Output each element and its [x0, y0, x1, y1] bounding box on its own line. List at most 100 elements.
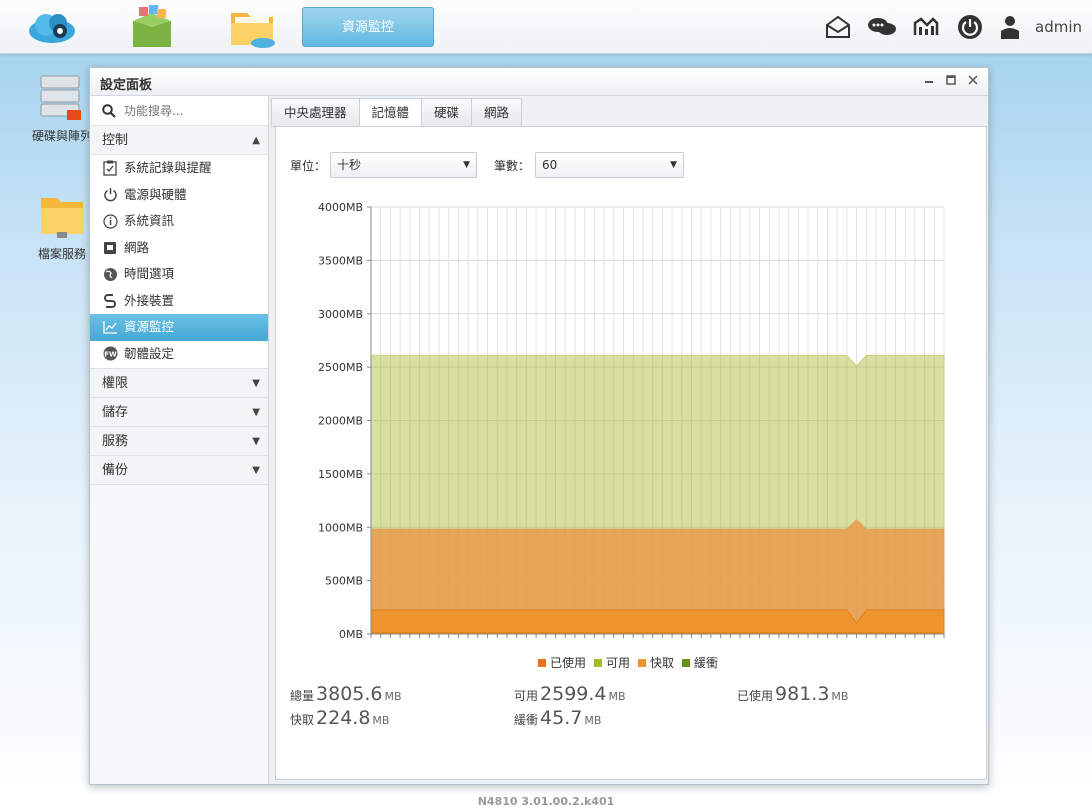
legend-swatch — [594, 658, 603, 667]
tab-network[interactable]: 網路 — [471, 98, 523, 127]
y-tick-label: 0MB — [339, 628, 363, 641]
stat-label: 已使用 — [737, 689, 774, 703]
y-tick-label: 3000MB — [318, 308, 363, 321]
stat-unit: MB — [384, 690, 402, 703]
y-tick-label: 500MB — [325, 575, 363, 588]
memory-stats: 總量 3805.6 MB 可用 2599.4 MB 已使用 981.3 MB 快取 224.8… — [290, 683, 980, 743]
stat-unit: MB — [584, 714, 602, 727]
sidebar-section-storage[interactable]: 儲存 ▼ — [90, 398, 268, 427]
sidebar-item-time[interactable]: 時間選項 — [90, 261, 268, 288]
sidebar: 控制 ▲ 系統記錄與提醒 電源與硬體 系統資訊 — [90, 96, 269, 784]
control-submenu: 系統記錄與提醒 電源與硬體 系統資訊 網路 時間選項 外接裝置 資源監控 FW … — [90, 155, 268, 369]
globe-icon — [102, 266, 118, 282]
legend-item-used: 已使用 — [538, 654, 586, 671]
stat-value: 45.7 — [540, 707, 583, 729]
chevron-down-icon: ▼ — [252, 378, 260, 389]
count-label: 筆數： — [494, 159, 531, 173]
sidebar-item-system-log[interactable]: 系統記錄與提醒 — [90, 155, 268, 182]
minimize-icon[interactable] — [922, 73, 936, 87]
legend-item-available: 可用 — [594, 654, 630, 671]
sidebar-item-firmware[interactable]: FW 韌體設定 — [90, 341, 268, 368]
package-app-icon[interactable] — [124, 4, 180, 50]
monitor-chart-icon[interactable] — [911, 12, 941, 42]
stat-label: 快取 — [290, 713, 315, 727]
legend-swatch — [638, 658, 647, 667]
power-icon[interactable] — [955, 12, 985, 42]
sidebar-section-backup[interactable]: 備份 ▼ — [90, 456, 268, 485]
sidebar-item-label: 系統資訊 — [124, 213, 175, 228]
sidebar-item-external-devices[interactable]: 外接裝置 — [90, 288, 268, 315]
stat-label: 總量 — [290, 689, 315, 703]
stat-value: 3805.6 — [316, 683, 383, 705]
search-box — [90, 96, 268, 126]
stat-used: 已使用 981.3 MB — [737, 683, 848, 705]
sidebar-section-permissions[interactable]: 權限 ▼ — [90, 369, 268, 398]
sidebar-section-services[interactable]: 服務 ▼ — [90, 427, 268, 456]
section-label: 權限 — [102, 376, 129, 391]
window-title: 設定面板 — [100, 78, 153, 93]
tab-memory[interactable]: 記憶體 — [358, 98, 422, 127]
network-icon — [102, 240, 118, 256]
sidebar-item-power-hardware[interactable]: 電源與硬體 — [90, 182, 268, 209]
sidebar-item-label: 資源監控 — [124, 319, 175, 334]
sidebar-item-system-info[interactable]: 系統資訊 — [90, 208, 268, 235]
chevron-down-icon: ▼ — [252, 407, 260, 418]
legend-label: 可用 — [606, 656, 631, 670]
stat-unit: MB — [608, 690, 626, 703]
folder-icon — [41, 198, 83, 238]
content-area: 中央處理器 記憶體 硬碟 網路 單位： 十秒 ▼ 筆數： 60 ▼ 4000MB… — [271, 98, 988, 784]
sidebar-item-network[interactable]: 網路 — [90, 235, 268, 262]
section-label: 儲存 — [102, 405, 129, 420]
y-tick-label: 2000MB — [318, 415, 363, 428]
legend-swatch — [682, 658, 691, 667]
chevron-down-icon: ▼ — [463, 160, 470, 170]
sidebar-item-label: 韌體設定 — [124, 345, 175, 361]
section-label: 備份 — [102, 463, 129, 478]
resource-monitor-taskbar-button[interactable]: 資源監控 — [302, 7, 434, 47]
chat-icon[interactable] — [867, 12, 897, 42]
admin-username[interactable]: admin — [1035, 18, 1082, 36]
stat-value: 2599.4 — [540, 683, 607, 705]
stat-unit: MB — [831, 690, 849, 703]
svg-text:FW: FW — [104, 351, 117, 359]
stat-label: 可用 — [514, 689, 539, 703]
unit-label: 單位： — [290, 159, 327, 173]
y-tick-label: 3500MB — [318, 254, 363, 267]
unit-select[interactable]: 十秒 ▼ — [330, 152, 477, 178]
mail-icon[interactable] — [823, 12, 853, 42]
search-input[interactable] — [124, 102, 260, 120]
tab-disk[interactable]: 硬碟 — [421, 98, 472, 127]
section-label: 控制 — [102, 133, 129, 148]
legend-label: 已使用 — [550, 656, 587, 670]
chart-legend: 已使用 可用 快取 緩衝 — [538, 654, 718, 671]
y-tick-label: 1000MB — [318, 521, 363, 534]
close-icon[interactable] — [966, 73, 980, 87]
search-icon — [102, 104, 116, 121]
chevron-down-icon: ▼ — [252, 436, 260, 447]
memory-chart: 4000MB 3500MB 3000MB 2500MB 2000MB 1500MB 1000… — [318, 201, 945, 641]
sidebar-section-control[interactable]: 控制 ▲ — [90, 126, 268, 155]
file-manager-icon[interactable] — [224, 4, 280, 50]
sidebar-item-label: 電源與硬體 — [124, 186, 187, 202]
stat-value: 981.3 — [775, 683, 830, 705]
clipboard-icon — [102, 160, 118, 176]
y-tick-label: 2500MB — [318, 361, 363, 374]
count-select[interactable]: 60 ▼ — [535, 152, 684, 178]
stat-value: 224.8 — [316, 707, 371, 729]
legend-swatch — [538, 658, 546, 667]
firmware-version-footer: N4810 3.01.00.2.k401 — [477, 795, 615, 808]
maximize-icon[interactable] — [944, 73, 958, 87]
user-icon[interactable] — [999, 12, 1021, 42]
chart-icon — [102, 319, 118, 335]
legend-item-buffer: 緩衝 — [682, 654, 718, 671]
taskbar: 資源監控 admin — [0, 0, 1092, 54]
y-tick-label: 4000MB — [318, 201, 363, 214]
sidebar-item-resource-monitor[interactable]: 資源監控 — [90, 314, 268, 341]
info-icon — [102, 213, 118, 229]
chevron-up-icon: ▲ — [252, 135, 260, 146]
usb-icon — [102, 293, 118, 309]
cloud-app-icon[interactable] — [24, 4, 80, 50]
window-titlebar[interactable]: 設定面板 — [90, 68, 988, 96]
tab-cpu[interactable]: 中央處理器 — [271, 98, 359, 127]
legend-item-cache: 快取 — [638, 654, 674, 671]
